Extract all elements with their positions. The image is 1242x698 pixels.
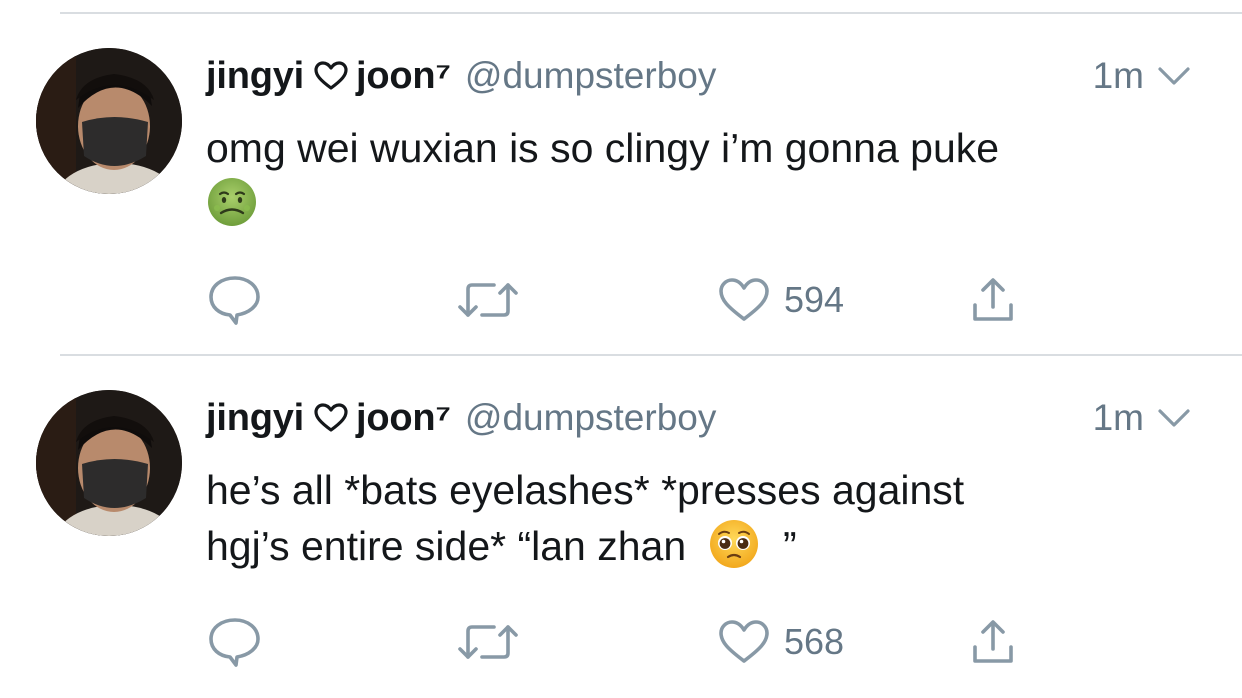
tweet-timestamp[interactable]: 1m: [1093, 55, 1144, 97]
user-handle[interactable]: @dumpsterboy: [465, 397, 716, 439]
tweet-timestamp[interactable]: 1m: [1093, 397, 1144, 439]
display-name[interactable]: jingyi joon⁷: [206, 55, 451, 98]
display-name-part-1: jingyi: [206, 396, 305, 439]
avatar-photo: [36, 390, 182, 536]
tweet-text-line: omg wei wuxian is so clingy i’m gonna pu…: [206, 125, 1000, 171]
pleading-face-emoji-icon: [709, 520, 758, 568]
nauseated-face-emoji-icon: [208, 178, 256, 226]
chevron-down-icon[interactable]: [1154, 63, 1194, 89]
tweet-header: jingyi joon⁷ @dumpsterboy 1m: [206, 50, 1202, 102]
tweet[interactable]: jingyi joon⁷ @dumpsterboy 1m he’s all *b…: [0, 356, 1242, 696]
like-count: 594: [784, 279, 845, 320]
tweet[interactable]: jingyi joon⁷ @dumpsterboy 1m omg wei wux…: [0, 14, 1242, 354]
reply-icon: [209, 618, 260, 667]
chevron-down-icon[interactable]: [1154, 405, 1194, 431]
tweet-text: he’s all *bats eyelashes* *presses again…: [206, 462, 1196, 574]
like-button[interactable]: 594: [718, 272, 844, 328]
share-icon: [973, 278, 1013, 321]
display-name-part-2: joon⁷: [356, 54, 451, 97]
retweet-icon: [458, 625, 518, 659]
tweet-actions: 568: [206, 614, 1066, 670]
like-button[interactable]: 568: [718, 614, 844, 670]
tweet-text-line: hgj’s entire side* “lan zhan: [206, 523, 687, 569]
tweet-actions: 594: [206, 272, 1066, 328]
retweet-button[interactable]: [458, 272, 518, 328]
like-heart-icon: [719, 278, 769, 321]
reply-icon: [209, 276, 260, 325]
display-name-part-1: jingyi: [206, 54, 305, 97]
reply-button[interactable]: [206, 272, 264, 328]
reply-button[interactable]: [206, 614, 264, 670]
avatar-photo: [36, 48, 182, 194]
avatar[interactable]: [36, 48, 182, 194]
display-name-part-2: joon⁷: [356, 396, 451, 439]
share-icon: [973, 620, 1013, 663]
heart-outline-icon: [314, 403, 348, 432]
tweet-text-close-quote: ”: [782, 523, 797, 569]
like-count: 568: [784, 621, 845, 662]
retweet-button[interactable]: [458, 614, 518, 670]
share-button[interactable]: [970, 272, 1016, 328]
display-name[interactable]: jingyi joon⁷: [206, 397, 451, 440]
tweet-text-line: he’s all *bats eyelashes* *presses again…: [206, 467, 965, 513]
avatar[interactable]: [36, 390, 182, 536]
like-heart-icon: [719, 620, 769, 663]
tweet-text: omg wei wuxian is so clingy i’m gonna pu…: [206, 120, 1196, 232]
share-button[interactable]: [970, 614, 1016, 670]
retweet-icon: [458, 283, 518, 317]
tweet-header: jingyi joon⁷ @dumpsterboy 1m: [206, 392, 1202, 444]
user-handle[interactable]: @dumpsterboy: [465, 55, 716, 97]
heart-outline-icon: [314, 61, 348, 90]
